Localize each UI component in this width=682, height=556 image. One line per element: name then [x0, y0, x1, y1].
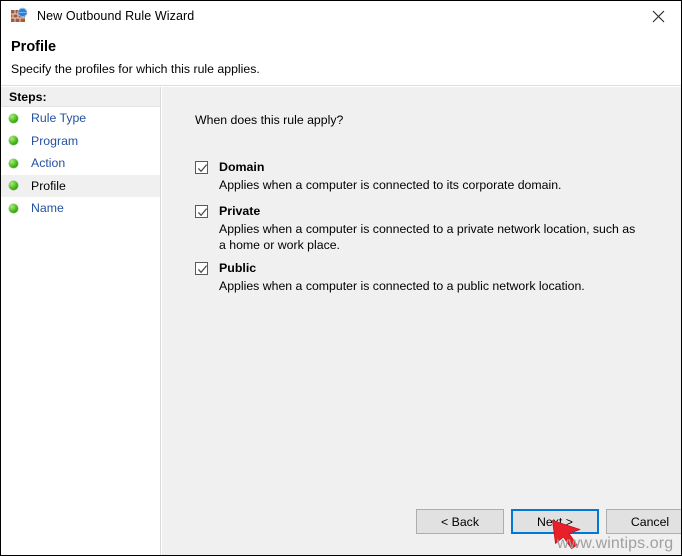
window-title: New Outbound Rule Wizard [37, 9, 195, 23]
title-bar: New Outbound Rule Wizard [1, 1, 681, 31]
sidebar-item-rule-type[interactable]: Rule Type [1, 107, 160, 130]
step-bullet-icon [9, 203, 18, 213]
domain-checkbox[interactable] [195, 161, 208, 174]
option-description: Applies when a computer is connected to … [219, 222, 636, 252]
step-bullet-icon [9, 181, 18, 191]
step-bullet-icon [9, 113, 18, 123]
cancel-button[interactable]: Cancel [606, 509, 681, 534]
option-private-row[interactable]: Private [195, 204, 645, 218]
step-bullet-icon [9, 158, 18, 168]
steps-heading: Steps: [1, 87, 160, 107]
sidebar-item-label: Program [31, 133, 79, 148]
step-bullet-icon [9, 136, 18, 146]
sidebar-item-program[interactable]: Program [1, 130, 160, 153]
watermark-text: www.wintips.org [557, 535, 674, 552]
option-label: Private [219, 204, 261, 218]
question-label: When does this rule apply? [195, 113, 344, 127]
option-description: Applies when a computer is connected to … [219, 279, 585, 293]
steps-heading-label: Steps: [9, 89, 47, 104]
page-title: Profile [11, 39, 57, 55]
main-content-panel: When does this rule apply? Domain Applie… [162, 87, 681, 555]
sidebar-item-label: Name [31, 201, 64, 216]
page-subtitle: Specify the profiles for which this rule… [11, 62, 260, 76]
option-public-row[interactable]: Public [195, 261, 645, 275]
wizard-window: New Outbound Rule Wizard Profile Specify… [0, 0, 682, 556]
sidebar-item-label: Rule Type [31, 111, 87, 126]
private-checkbox[interactable] [195, 205, 208, 218]
option-label: Domain [219, 160, 265, 174]
option-label: Public [219, 261, 257, 275]
button-bar: < Back Next > Cancel [162, 509, 681, 537]
page-header: Profile Specify the profiles for which t… [1, 31, 681, 86]
option-domain-row[interactable]: Domain [195, 160, 645, 174]
option-description: Applies when a computer is connected to … [219, 178, 562, 192]
option-domain: Domain Applies when a computer is connec… [195, 160, 645, 194]
sidebar-item-profile[interactable]: Profile [1, 174, 160, 197]
sidebar-item-label: Action [31, 156, 66, 171]
option-public: Public Applies when a computer is connec… [195, 261, 645, 295]
back-button[interactable]: < Back [416, 509, 504, 534]
firewall-globe-icon [10, 7, 28, 25]
sidebar-item-label: Profile [31, 178, 66, 193]
public-checkbox[interactable] [195, 262, 208, 275]
sidebar-item-action[interactable]: Action [1, 152, 160, 175]
sidebar-item-name[interactable]: Name [1, 197, 160, 220]
option-private: Private Applies when a computer is conne… [195, 204, 645, 253]
steps-sidebar: Steps: Rule Type Program Action Profile … [1, 87, 161, 555]
close-icon[interactable] [635, 1, 681, 31]
next-button[interactable]: Next > [511, 509, 599, 534]
